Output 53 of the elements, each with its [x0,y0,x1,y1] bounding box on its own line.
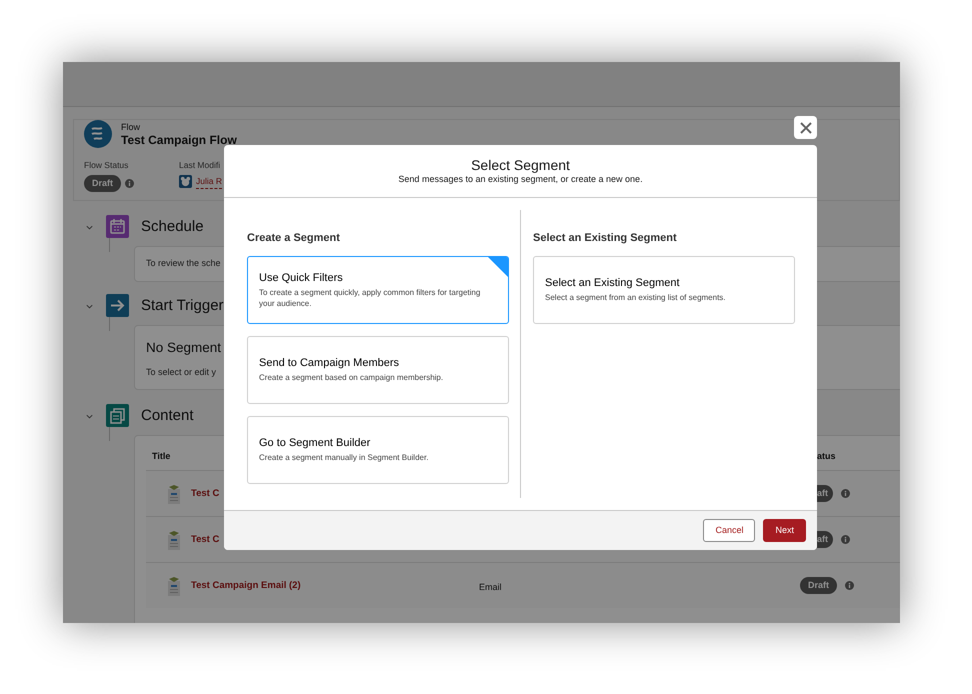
option-card[interactable]: Go to Segment Builder Create a segment manually in Segment Builder. [247,416,509,484]
section-heading: No Segment [146,338,222,357]
selected-corner-icon [488,256,508,276]
option-title: Send to Campaign Members [259,356,400,370]
section-title: Content [141,406,194,426]
option-description: Select a segment from an existing list of segments. [545,292,727,303]
option-card[interactable]: Use Quick Filters To create a segment quickly, apply common filters for targeting your audience. [247,256,509,324]
email-link[interactable]: Test C [191,486,220,501]
user-avatar-icon [179,175,192,188]
section-title: Start Trigger [141,296,224,316]
field-label: Flow Status [84,160,128,171]
email-link[interactable]: Test Campaign Email (2) [191,578,301,593]
status-badge: Draft [800,577,838,594]
info-icon [125,179,134,188]
chevron-icon [85,223,94,232]
section-title: Schedule [141,217,204,237]
info-icon [845,581,854,590]
column-header: atus [816,450,836,462]
field-label: Last Modifi [179,160,220,171]
email-thumbnail-icon [166,528,182,551]
email-thumbnail-icon [166,574,182,597]
email-link[interactable]: Test C [191,532,220,547]
table-cell: Email [479,582,502,592]
status-badge: Draft [84,175,122,192]
dialog-title: Select Segment [470,157,571,174]
option-description: Create a segment manually in Segment Builder. [259,452,430,463]
section-text: To select or edit y [146,366,216,379]
cancel-button[interactable]: Cancel [703,519,756,542]
column-heading: Create a Segment [247,231,340,246]
option-description: Create a segment based on campaign membership. [259,372,444,383]
status-badge: aft [817,485,833,502]
option-description: To create a segment quickly, apply common filters for targeting your audience. [259,286,482,308]
info-icon [841,535,850,544]
column-heading: Select an Existing Segment [533,231,677,246]
calendar-icon [106,215,129,238]
option-card[interactable]: Select an Existing Segment Select a segment from an existing list of segments. [533,256,795,324]
option-title: Go to Segment Builder [259,436,372,450]
object-type: Flow [121,122,140,132]
documents-icon [106,404,129,428]
user-link[interactable]: Julia R [196,175,222,189]
close-icon [798,120,812,134]
option-title: Select an Existing Segment [545,276,681,290]
next-button[interactable]: Next [763,519,806,542]
record-title: Test Campaign Flow [121,132,237,146]
close-button[interactable] [794,116,817,139]
info-icon [841,489,850,498]
dialog-subtitle: Send messages to an existing segment, or create a new one. [397,174,644,185]
option-card[interactable]: Send to Campaign Members Create a segment based on campaign membership. [247,336,509,404]
section-text: To review the sche [146,257,221,270]
option-title: Use Quick Filters [259,270,344,284]
status-badge: aft [817,531,833,548]
email-thumbnail-icon [166,482,182,505]
column-header: Title [151,450,170,462]
